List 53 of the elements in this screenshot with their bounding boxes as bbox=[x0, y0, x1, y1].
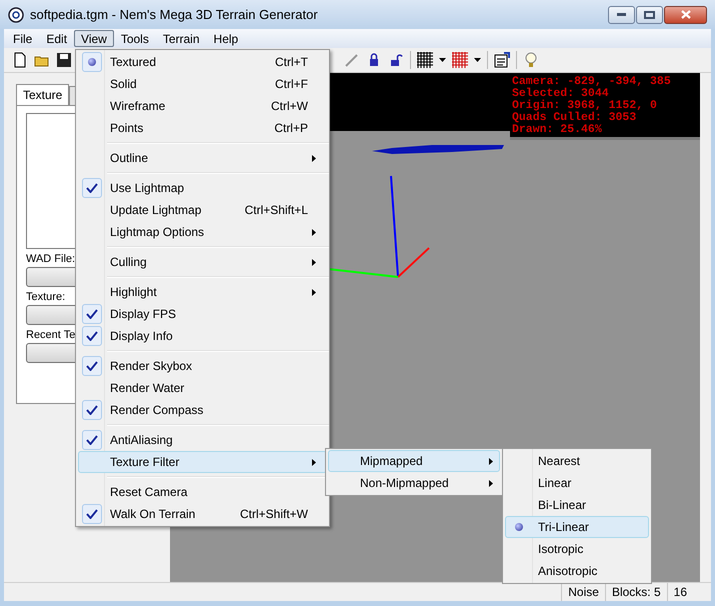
menu-bar-item[interactable]: File bbox=[6, 30, 40, 47]
field-label: WAD File: bbox=[26, 252, 76, 267]
info-text: Drawn: 25.46% bbox=[512, 124, 603, 136]
menu-bar-item[interactable]: Help bbox=[206, 30, 246, 47]
grid-icon[interactable] bbox=[417, 52, 433, 68]
menu-item[interactable]: Bi-Linear bbox=[505, 494, 649, 516]
save-icon[interactable] bbox=[56, 52, 72, 68]
menu-item[interactable]: Mipmapped bbox=[328, 450, 500, 472]
unlock-icon[interactable] bbox=[388, 52, 404, 68]
close-button[interactable] bbox=[664, 6, 707, 24]
caret-icon[interactable] bbox=[439, 58, 446, 62]
menu-item[interactable]: Tri-Linear bbox=[505, 516, 649, 538]
submenu-arrow-icon bbox=[489, 458, 493, 464]
close-icon bbox=[680, 10, 690, 19]
submenu-arrow-icon bbox=[312, 154, 316, 162]
info-text: Quads Culled: 3053 bbox=[512, 112, 638, 124]
submenu-arrow-icon bbox=[312, 258, 316, 266]
submenu-arrow-icon bbox=[312, 458, 316, 466]
menu-item[interactable]: Texture Filter bbox=[78, 451, 327, 473]
window-title: softpedia.tgm - Nem's Mega 3D Terrain Generator bbox=[30, 6, 319, 24]
menu-item[interactable]: Anisotropic bbox=[505, 560, 649, 582]
field-label: Recent Te bbox=[26, 328, 76, 343]
submenu-arrow-icon bbox=[312, 288, 316, 296]
menu-item[interactable]: Nearest bbox=[505, 450, 649, 472]
field-label: Texture: bbox=[26, 290, 66, 305]
menu-bar-item[interactable]: View bbox=[74, 30, 114, 47]
menu-item[interactable]: Textured Ctrl+T bbox=[78, 51, 327, 73]
status-text: 16 bbox=[666, 583, 693, 601]
properties-icon[interactable] bbox=[494, 52, 510, 68]
menu-item[interactable]: Isotropic bbox=[505, 538, 649, 560]
maximize-button[interactable] bbox=[636, 6, 663, 24]
shortcut-label: Ctrl+W bbox=[271, 98, 308, 115]
minimize-button[interactable] bbox=[608, 6, 635, 24]
new-file-icon[interactable] bbox=[12, 52, 28, 68]
app-logo-icon bbox=[8, 6, 24, 22]
info-text: Selected: 3044 bbox=[512, 88, 610, 100]
menu-bar-item[interactable]: Edit bbox=[39, 30, 74, 47]
submenu-arrow-icon bbox=[489, 480, 493, 486]
texture-tab[interactable]: Texture bbox=[16, 84, 70, 105]
menu-item[interactable]: Linear bbox=[505, 472, 649, 494]
shortcut-label: Ctrl+P bbox=[274, 120, 308, 137]
shortcut-label: Ctrl+Shift+L bbox=[244, 202, 308, 219]
menu-item[interactable]: Non-Mipmapped bbox=[328, 472, 500, 494]
info-text: Origin: 3968, 1152, 0 bbox=[512, 100, 658, 112]
shortcut-label: Ctrl+Shift+W bbox=[240, 506, 308, 523]
shortcut-label: Ctrl+T bbox=[275, 54, 308, 71]
info-text: Camera: -829, -394, 385 bbox=[512, 76, 672, 88]
submenu-arrow-icon bbox=[312, 228, 316, 236]
menu-bar-item[interactable]: Tools bbox=[114, 30, 156, 47]
shortcut-label: Ctrl+F bbox=[275, 76, 308, 93]
menu-bar-item[interactable]: Terrain bbox=[156, 30, 207, 47]
lightbulb-icon[interactable] bbox=[523, 52, 539, 68]
caret-icon[interactable] bbox=[474, 58, 481, 62]
